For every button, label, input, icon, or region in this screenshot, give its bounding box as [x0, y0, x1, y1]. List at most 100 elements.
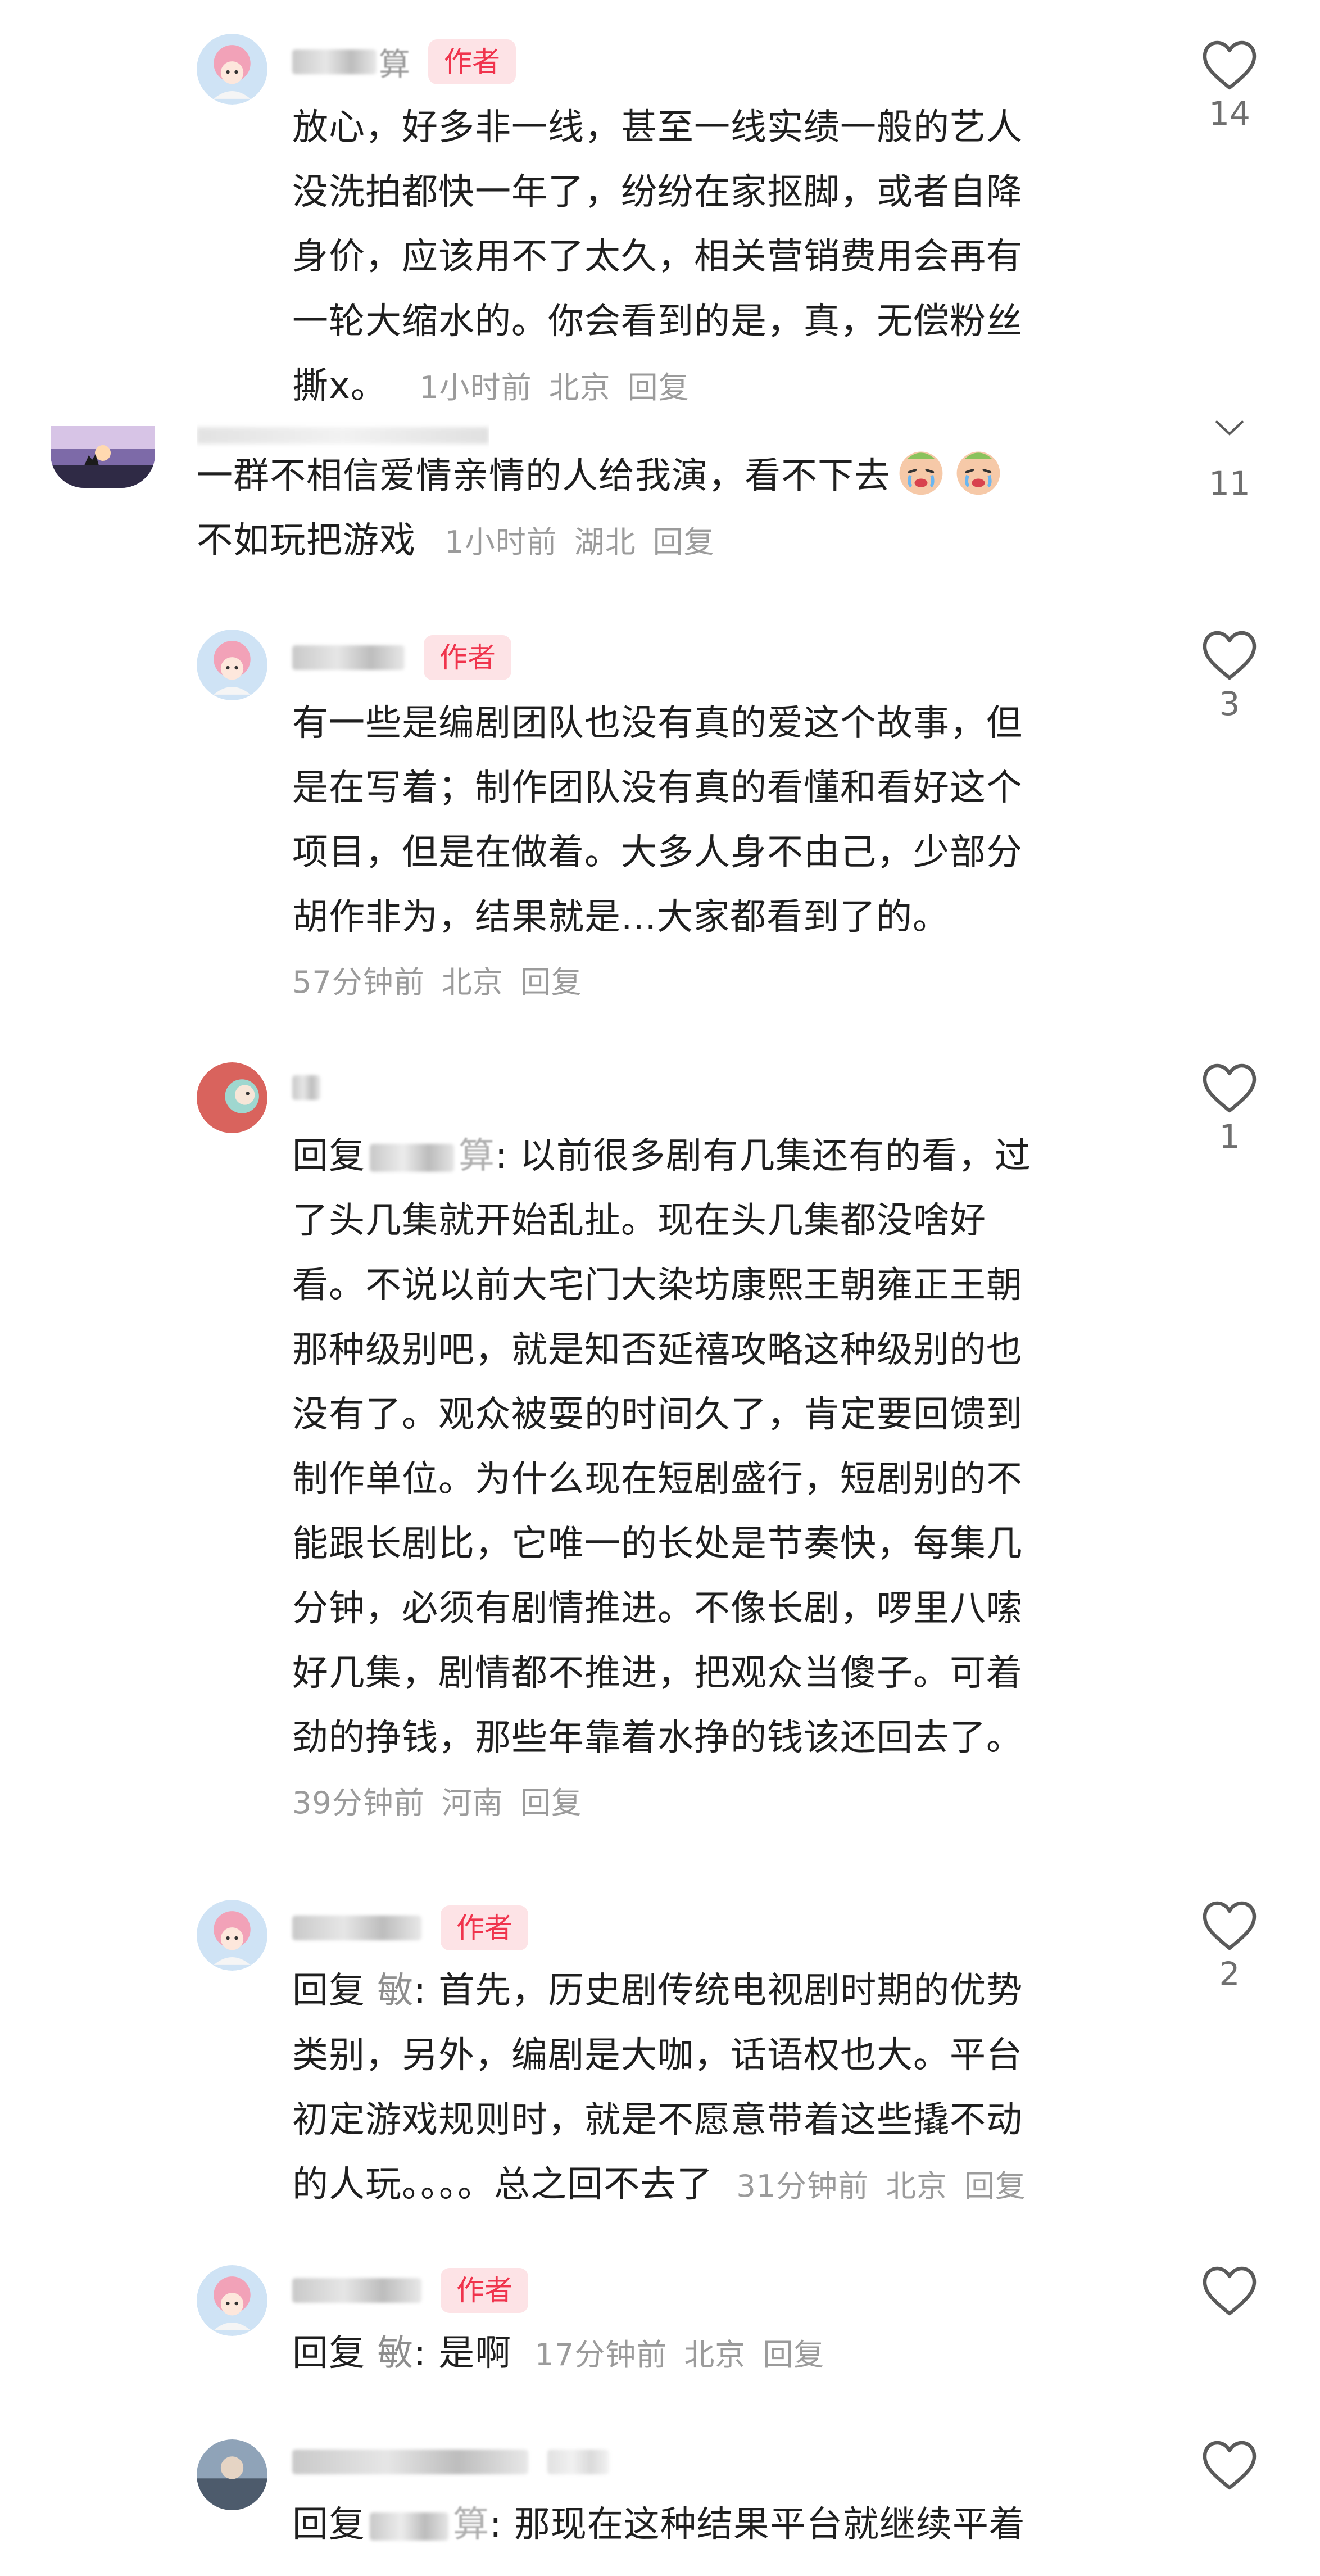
reply-button[interactable]: 回复 [520, 965, 582, 1000]
blurred-username[interactable] [292, 2278, 421, 2303]
reply-prefix: 回复 [292, 1970, 365, 2012]
like-count: 3 [1219, 685, 1240, 723]
reply-button[interactable]: 回复 [628, 370, 690, 405]
comment-meta: 57分钟前 北京 回复 [292, 950, 1023, 1015]
user-avatar[interactable] [51, 426, 155, 488]
blurred-reply-target[interactable] [370, 2512, 448, 2541]
reply-target-suffix: 算 [453, 2504, 489, 2546]
reply-prefix: 回复 [292, 1135, 365, 1177]
heart-icon [1203, 1063, 1257, 1113]
blurred-username[interactable] [292, 645, 405, 670]
comment-line: 那种级别吧，就是知否延禧攻略这种级别的也 [292, 1329, 1023, 1371]
comment-body[interactable]: 回复 敏: 是啊 17分钟前 北京 回复 [292, 2321, 841, 2387]
like-button[interactable]: 11 [1196, 416, 1263, 506]
comment-line: 撕x。 [292, 365, 387, 407]
author-avatar[interactable] [197, 1900, 267, 1971]
heart-icon [1203, 2441, 1257, 2490]
like-button[interactable] [1196, 2439, 1263, 2491]
username-suffix: 算 [379, 46, 410, 83]
location: 北京 [548, 370, 611, 405]
timestamp: 39分钟前 [292, 1785, 425, 1821]
comment-4: 回复 算: 以前很多剧有几集还有的看，过 了头几集就开始乱扯。现在头几集都没啥好 … [0, 1045, 1320, 1889]
reply-target[interactable]: 敏 [377, 1970, 414, 2012]
comment-5: 作者 回复 敏: 首先，历史剧传统电视剧时期的优势 类别，另外，编剧是大咖，话语… [0, 1889, 1320, 2254]
reply-target-suffix: 算 [459, 1135, 495, 1177]
comment-line: 能跟长剧比，它唯一的长处是节奏快，每集几 [292, 1523, 1023, 1565]
comment-line: : 以前很多剧有几集还有的看，过 [495, 1135, 1031, 1177]
comment-body[interactable]: 回复 算: 以前很多剧有几集还有的看，过 了头几集就开始乱扯。现在头几集都没啥好 … [292, 1124, 1031, 1835]
blurred-username[interactable] [292, 1075, 320, 1100]
comment-line: 放心，好多非一线，甚至一线实绩一般的艺人 [292, 107, 1023, 148]
comment-line: 的人玩。。。。总之回不去了 [292, 2164, 713, 2206]
username-row: 作者 [292, 632, 511, 683]
comment-body[interactable]: 放心，好多非一线，甚至一线实绩一般的艺人 没洗拍都快一年了，纷纷在家抠脚，或者自… [292, 96, 1023, 420]
like-button[interactable]: 14 [1196, 39, 1263, 136]
comment-meta: 17分钟前 北京 回复 [535, 2337, 842, 2373]
location: 河南 [441, 1785, 503, 1821]
reply-prefix: 回复 [292, 2504, 365, 2546]
author-avatar[interactable] [197, 630, 267, 700]
blurred-username [547, 2450, 609, 2474]
comment-3: 作者 有一些是编剧团队也没有真的爱这个故事，但 是在写着；制作团队没有真的看懂和… [0, 596, 1320, 1045]
comment-line: 不如玩把游戏 [197, 520, 416, 562]
comment-line: 劲的挣钱，那些年靠着水挣的钱该还回去了。 [292, 1717, 1023, 1759]
reply-target[interactable]: 敏 [377, 2333, 414, 2374]
timestamp: 1小时前 [419, 370, 532, 405]
comment-body[interactable]: 有一些是编剧团队也没有真的爱这个故事，但 是在写着；制作团队没有真的看懂和看好这… [292, 691, 1023, 1015]
username-row [292, 2437, 628, 2487]
timestamp: 1小时前 [444, 524, 557, 560]
reply-button[interactable]: 回复 [653, 524, 715, 560]
blurred-username[interactable] [292, 49, 377, 74]
user-avatar[interactable] [197, 2439, 267, 2510]
comment-body[interactable]: 回复 敏: 首先，历史剧传统电视剧时期的优势 类别，另外，编剧是大咖，话语权也大… [292, 1959, 1043, 2219]
comment-line: 是在写着；制作团队没有真的看懂和看好这个 [292, 767, 1023, 809]
comment-meta: 39分钟前 河南 回复 [292, 1771, 1031, 1835]
username-row [292, 1062, 339, 1113]
comment-line: 看。不说以前大宅门大染坊康熙王朝雍正王朝 [292, 1265, 1023, 1306]
comment-line: : 首先，历史剧传统电视剧时期的优势 [414, 1970, 1023, 2012]
comment-line: 好几集，剧情都不推进，把观众当傻子。可着 [292, 1653, 1023, 1694]
crying-emoji-icon [956, 451, 1000, 495]
like-count: 14 [1209, 94, 1250, 133]
author-badge: 作者 [428, 39, 516, 84]
comment-1: 算 作者 放心，好多非一线，甚至一线实绩一般的艺人 没洗拍都快一年了，纷纷在家抠… [0, 0, 1320, 416]
author-avatar[interactable] [197, 2265, 267, 2336]
reply-button[interactable]: 回复 [964, 2168, 1026, 2204]
comment-line: 制作单位。为什么现在短剧盛行，短剧别的不 [292, 1459, 1023, 1500]
blurred-username[interactable] [292, 1916, 421, 1940]
timestamp: 17分钟前 [534, 2337, 668, 2373]
comment-line: 项目，但是在做着。大多人身不由己，少部分 [292, 832, 1023, 873]
reply-button[interactable]: 回复 [520, 1785, 582, 1821]
user-avatar[interactable] [197, 1062, 267, 1133]
blurred-reply-target[interactable] [370, 1144, 454, 1172]
heart-icon [1203, 1901, 1257, 1950]
comment-body[interactable]: 回复 算: 那现在这种结果平台就继续平着 [292, 2493, 1026, 2557]
like-count: 1 [1219, 1117, 1240, 1156]
like-count: 11 [1209, 464, 1250, 502]
like-button[interactable]: 2 [1196, 1900, 1263, 1996]
chevron-down-icon [1215, 420, 1244, 436]
comment-line: 了头几集就开始乱扯。现在头几集都没啥好 [292, 1200, 986, 1242]
location: 湖北 [574, 524, 636, 560]
comment-meta: 1小时前 北京 回复 [419, 370, 706, 405]
like-button[interactable]: 1 [1196, 1062, 1263, 1159]
reply-button[interactable]: 回复 [763, 2337, 824, 2373]
comment-line: 没有了。观众被耍的时间久了，肯定要回馈到 [292, 1394, 1023, 1436]
like-button[interactable] [1196, 2265, 1263, 2317]
comment-line: 胡作非为，结果就是...大家都看到了的。 [292, 897, 950, 938]
author-badge: 作者 [424, 635, 511, 680]
username-row: 算 作者 [292, 37, 516, 87]
author-avatar[interactable] [197, 34, 267, 105]
author-badge: 作者 [441, 2268, 528, 2313]
blurred-username[interactable] [292, 2450, 528, 2474]
comment-line: 分钟，必须有剧情推进。不像长剧，啰里八嗦 [292, 1588, 1023, 1629]
like-button[interactable]: 3 [1196, 630, 1263, 726]
comment-6: 作者 回复 敏: 是啊 17分钟前 北京 回复 [0, 2254, 1320, 2423]
author-badge: 作者 [441, 1905, 528, 1950]
comment-meta: 31分钟前 北京 回复 [736, 2168, 1043, 2204]
like-count: 2 [1219, 1955, 1240, 1993]
comment-body[interactable]: 一群不相信爱情亲情的人给我演，看不下去 不如玩把游戏 1小时前 湖北 回复 [197, 444, 1005, 574]
location: 北京 [886, 2168, 948, 2204]
heart-icon [1203, 2266, 1257, 2316]
location: 北京 [684, 2337, 746, 2373]
